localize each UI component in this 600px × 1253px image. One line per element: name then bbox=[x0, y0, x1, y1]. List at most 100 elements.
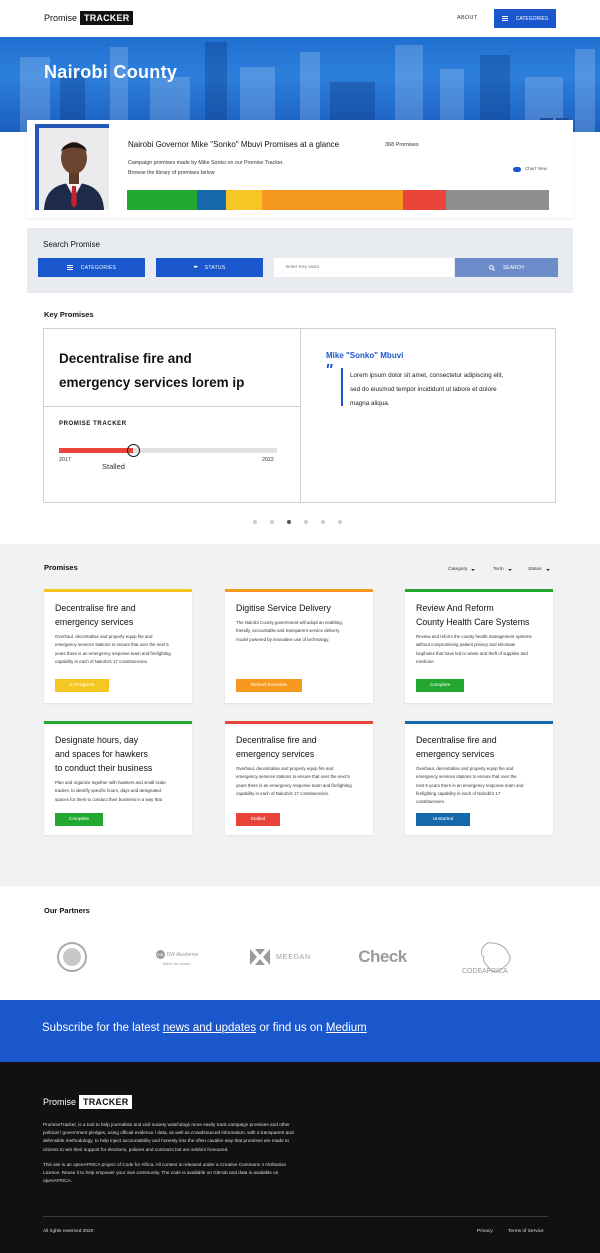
promise-card-title: Decentralise fire and emergency services bbox=[55, 601, 189, 629]
status-segment[interactable] bbox=[262, 190, 404, 210]
status-segment[interactable] bbox=[445, 190, 549, 210]
promise-card-description: Review and reform the county health mana… bbox=[416, 633, 546, 666]
promise-card[interactable]: Review And Reform County Health Care Syst… bbox=[405, 589, 553, 703]
quote-line: magna aliqua. bbox=[350, 400, 390, 407]
carousel-dots bbox=[253, 520, 342, 524]
description-line: capability in each of Nairobi's 17 const… bbox=[236, 790, 330, 796]
carousel-dot[interactable] bbox=[287, 520, 291, 524]
promise-card[interactable]: Designate hours, day and spaces for hawke… bbox=[44, 721, 192, 835]
governor-portrait bbox=[39, 128, 109, 210]
status-filter-label: STATUS bbox=[204, 264, 226, 271]
end-year: 2022 bbox=[262, 457, 274, 463]
description-line: Review and reform the county health mana… bbox=[416, 634, 532, 639]
keyword-search-input[interactable] bbox=[274, 258, 454, 277]
status-color-bar bbox=[405, 589, 553, 592]
nav-about-link[interactable]: ABOUT bbox=[457, 15, 477, 21]
status-segment[interactable] bbox=[226, 190, 263, 210]
chevron-down-icon bbox=[545, 568, 550, 571]
footer-logo[interactable]: Promise TRACKER bbox=[43, 1095, 133, 1109]
status-badge: Complete bbox=[55, 813, 103, 826]
promise-tracker-label: PROMISE TRACKER bbox=[59, 421, 127, 427]
status-badge: Unstarted bbox=[416, 813, 470, 826]
chart-view-toggle[interactable] bbox=[513, 167, 521, 172]
medium-link[interactable]: Medium bbox=[326, 1022, 367, 1034]
anci-logo[interactable] bbox=[55, 940, 89, 974]
promise-card[interactable]: Decentralise fire and emergency services O… bbox=[225, 721, 373, 835]
carousel-dot[interactable] bbox=[270, 520, 274, 524]
promise-card[interactable]: Decentralise fire and emergency services O… bbox=[44, 589, 192, 703]
status-color-bar bbox=[405, 721, 553, 724]
term-filter-dropdown[interactable]: Term bbox=[493, 567, 512, 572]
chart-view-label: Chart View bbox=[525, 166, 547, 171]
terms-link[interactable]: Terms of Service bbox=[508, 1229, 544, 1234]
description-line: spaces for them to conduct their busines… bbox=[55, 796, 162, 802]
description-line: traders, to identify specific hours, day… bbox=[55, 788, 161, 794]
hero-banner bbox=[0, 37, 600, 132]
county-title: Nairobi County bbox=[44, 62, 178, 82]
description-line: next 5 years there is an emergency respo… bbox=[416, 782, 524, 788]
dots-icon: ••• bbox=[193, 264, 197, 271]
search-button-label: SEARCH bbox=[503, 264, 524, 271]
carousel-dot[interactable] bbox=[338, 520, 342, 524]
status-segment[interactable] bbox=[196, 190, 227, 210]
code-for-africa-logo[interactable]: CODE AFRICA bbox=[460, 941, 516, 975]
search-button[interactable]: SEARCH bbox=[455, 258, 558, 277]
description-line: Overhaul, decentralise and properly equi… bbox=[416, 766, 514, 771]
description-line: capability in each of Nairobi's 17 const… bbox=[55, 658, 149, 664]
promise-card-title: Decentralise fire and emergency services bbox=[416, 733, 550, 761]
description-line: emergency services stations to ensure th… bbox=[416, 774, 517, 780]
status-segment[interactable] bbox=[403, 190, 446, 210]
logo-word-promise: Promise bbox=[43, 1097, 77, 1107]
site-logo[interactable]: Promise TRACKER bbox=[44, 11, 134, 25]
status-filter-dropdown[interactable]: Status bbox=[528, 567, 550, 572]
footer-license-text: This site is an openAFRICA project of Co… bbox=[43, 1161, 348, 1186]
key-promise-title[interactable]: Decentralise fire and emergency services… bbox=[59, 347, 294, 395]
category-filter-dropdown[interactable]: Category bbox=[448, 567, 476, 572]
partners-heading: Our Partners bbox=[44, 906, 90, 915]
categories-menu-button[interactable]: CATEGORIES bbox=[494, 9, 556, 28]
subscribe-text: Subscribe for the latest news and update… bbox=[42, 1022, 367, 1034]
title-line: Decentralise fire and bbox=[55, 603, 136, 613]
status-badge: Complete bbox=[416, 679, 464, 692]
promise-card[interactable]: Digitise Service Delivery The Nairobi Cou… bbox=[225, 589, 373, 703]
carousel-dot[interactable] bbox=[253, 520, 257, 524]
svg-text:AFRICA: AFRICA bbox=[482, 968, 508, 975]
footer-line: citizens to win their support for electi… bbox=[43, 1146, 229, 1152]
title-line: emergency services bbox=[416, 749, 495, 759]
footer-divider bbox=[43, 1216, 548, 1217]
check-logo[interactable]: Check bbox=[350, 944, 415, 970]
description-line: Plan and organize together with hawkers … bbox=[55, 780, 166, 785]
status-filter-button[interactable]: ••• STATUS bbox=[156, 258, 263, 277]
promise-card-description: Overhaul, decentralise and properly equi… bbox=[55, 633, 185, 666]
quote-text: Lorem ipsum dolor sit amet, consectetur … bbox=[350, 369, 545, 411]
description-line: medicine. bbox=[416, 658, 435, 664]
partner-text: DW Akademie bbox=[166, 951, 199, 958]
carousel-dot[interactable] bbox=[304, 520, 308, 524]
partner-text: Check bbox=[358, 947, 407, 966]
title-line: to conduct their business bbox=[55, 763, 153, 773]
categories-menu-label: CATEGORIES bbox=[515, 15, 549, 22]
carousel-dot[interactable] bbox=[321, 520, 325, 524]
title-line: Digitise Service Delivery bbox=[236, 603, 331, 613]
copyright: All rights reserved 2020 bbox=[43, 1229, 94, 1234]
status-color-bar bbox=[225, 589, 373, 592]
subscribe-middle: or find us on bbox=[256, 1022, 326, 1034]
privacy-link[interactable]: Privacy bbox=[477, 1229, 493, 1234]
news-updates-link[interactable]: news and updates bbox=[163, 1022, 256, 1034]
description-line: firefighting capability in each of Nairo… bbox=[416, 790, 501, 796]
promise-card-description: Plan and organize together with hawkers … bbox=[55, 779, 185, 804]
promise-card-description: The Nairobi County government will adopt… bbox=[236, 619, 366, 644]
title-line: Review And Reform bbox=[416, 603, 494, 613]
dw-akademie-logo[interactable]: DW DW Akademie Made for minds. bbox=[152, 947, 202, 969]
promise-card[interactable]: Decentralise fire and emergency services O… bbox=[405, 721, 553, 835]
progress-fill bbox=[59, 448, 134, 453]
status-segment[interactable] bbox=[127, 190, 197, 210]
meedan-logo[interactable]: MEEDAN bbox=[245, 946, 315, 968]
partner-tagline: Made for minds. bbox=[162, 961, 192, 966]
description-line: years there is an emergency response tea… bbox=[236, 782, 352, 788]
categories-filter-button[interactable]: CATEGORIES bbox=[38, 258, 145, 277]
status-badge: Behind Schedule bbox=[236, 679, 302, 692]
description-line: without compromising patient privacy and… bbox=[416, 642, 516, 648]
logo-word-tracker: TRACKER bbox=[80, 11, 134, 25]
divider bbox=[300, 328, 301, 503]
